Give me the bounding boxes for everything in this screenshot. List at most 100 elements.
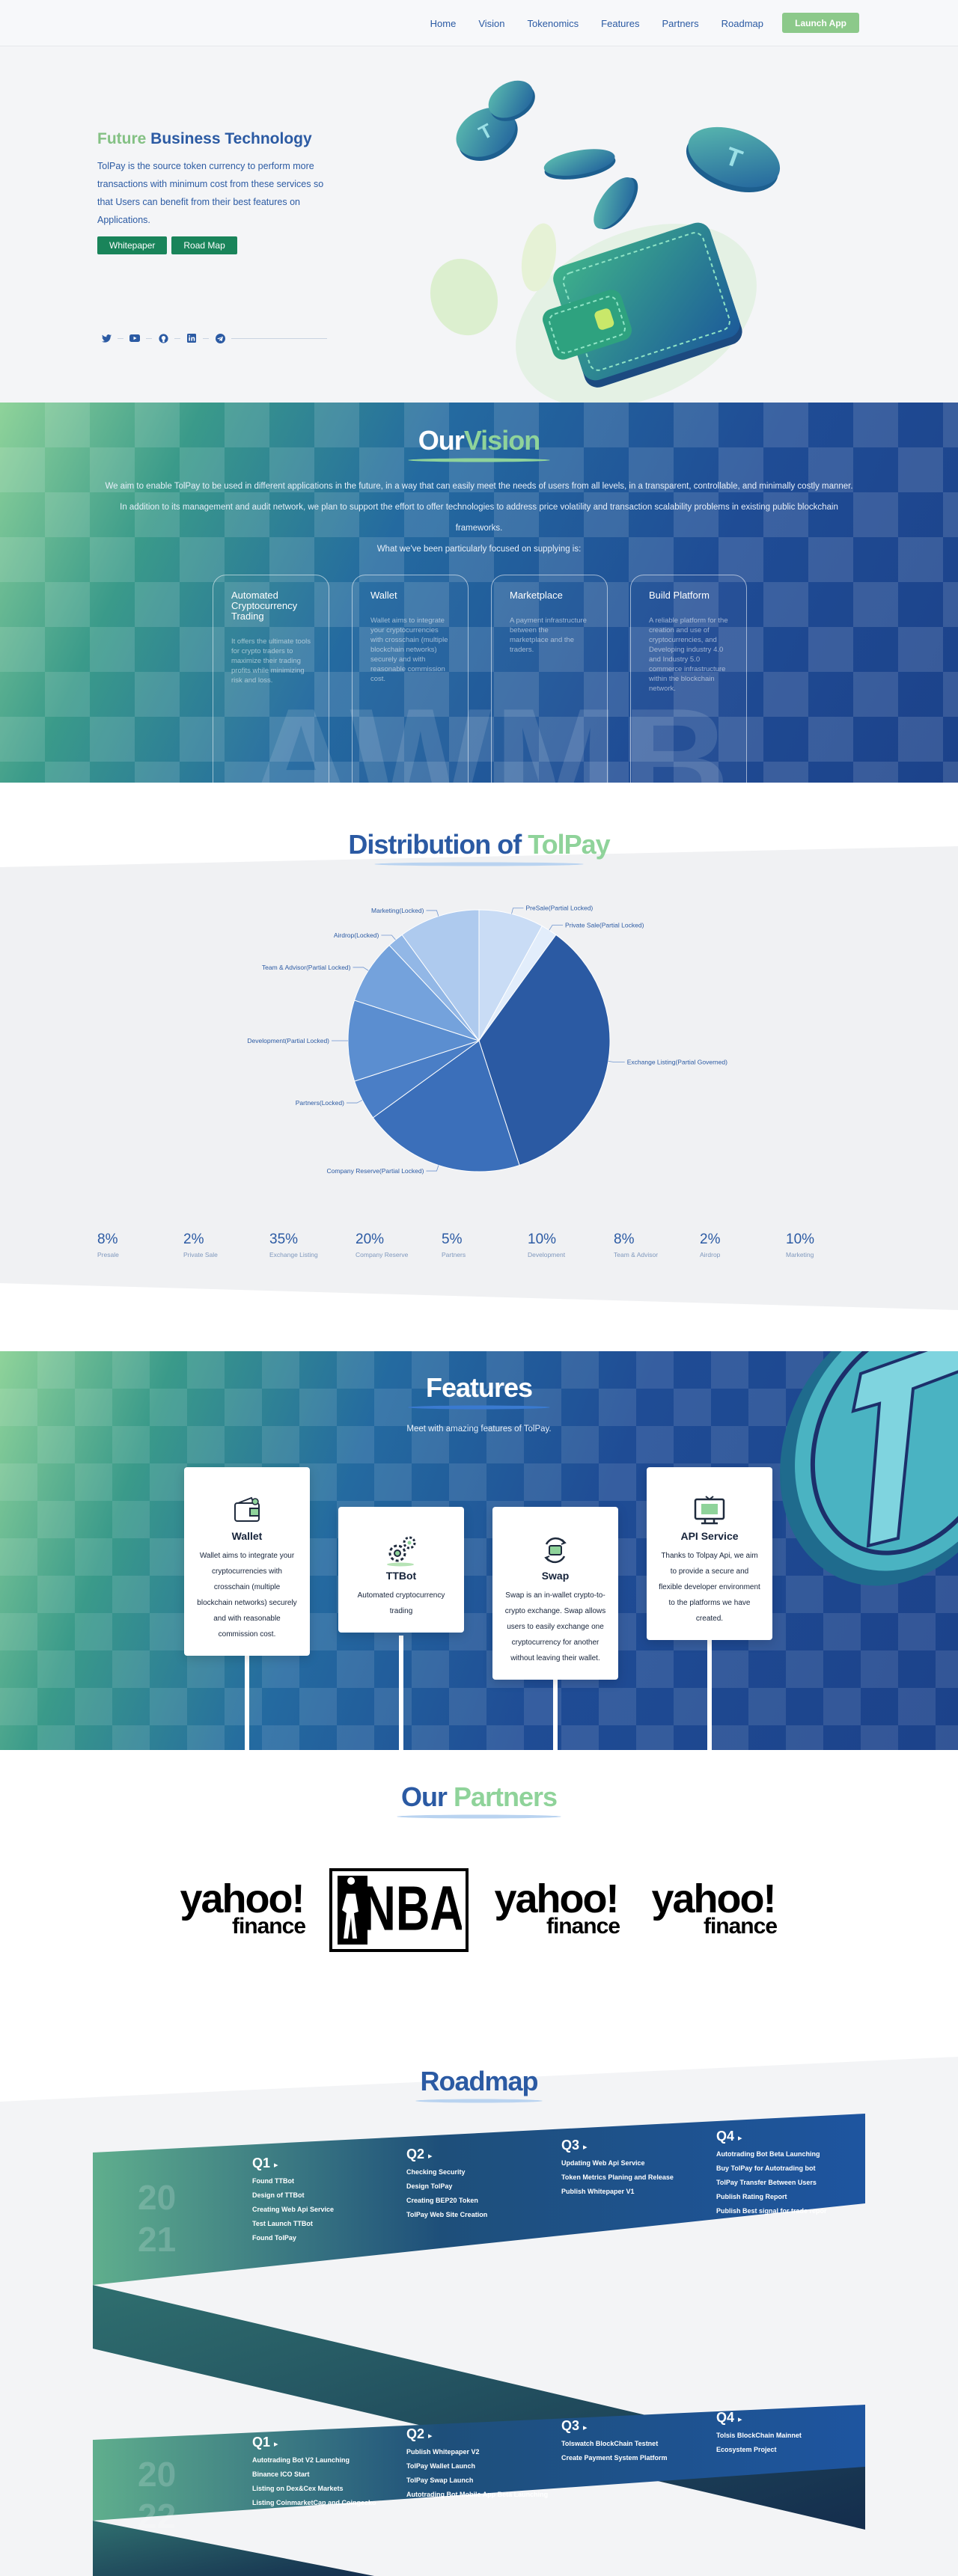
hero-text: Future Business Technology TolPay is the… [97, 130, 337, 254]
feature-card-title: Swap [541, 1570, 570, 1582]
yahoo-wordmark: yahoo! [494, 1876, 619, 1921]
distribution-pie-chart: PreSale(Partial Locked) Private Sale(Part… [247, 905, 727, 1175]
roadmap-quarter: Q3 ▸ Tolswatch BlockChain Testnet Create… [561, 2418, 668, 2465]
wallet-icon [196, 1494, 298, 1527]
pie-leader-line [353, 967, 369, 971]
vision-title-b: Vision [463, 425, 540, 456]
chevron-right-icon: ▸ [583, 2423, 588, 2432]
card-stem [399, 1636, 403, 1750]
feature-card-api: API Service Thanks to Tolpay Api, we aim… [647, 1467, 772, 1640]
launch-app-button[interactable]: Launch App [782, 13, 859, 33]
nav-roadmap[interactable]: Roadmap [721, 18, 763, 29]
nba-wordmark: NBA [361, 1874, 462, 1944]
nav-vision[interactable]: Vision [478, 18, 504, 29]
twitter-icon[interactable] [101, 333, 112, 343]
milestone: Test Launch TTBot [252, 2220, 313, 2227]
milestone: TolPay Web Site Creation [406, 2211, 488, 2218]
stat-percent: 10% [528, 1232, 557, 1247]
yahoo-finance-logo[interactable]: yahoo! finance [644, 1879, 783, 1938]
title-underline [397, 1814, 561, 1819]
stat-item: 8% Presale [97, 1232, 183, 1258]
distribution-section: Distribution of TolPay PreSale(Partial L… [0, 783, 958, 1351]
vision-title-a: Our [418, 425, 465, 456]
nav-tokenomics[interactable]: Tokenomics [528, 18, 579, 29]
nav-links: Home Vision Tokenomics Features Partners… [430, 0, 763, 46]
features-title-text: Features [425, 1372, 533, 1403]
stat-percent: 8% [614, 1232, 635, 1247]
vision-card: Marketplace A payment infrastructure bet… [491, 575, 608, 783]
stat-label: Exchange Listing [269, 1251, 318, 1258]
whitepaper-button[interactable]: Whitepaper [97, 236, 168, 254]
quarter-items: Tolsis BlockChain Mainnet Ecosystem Proj… [716, 2429, 802, 2457]
quarter-name: Q2 [406, 2147, 425, 2162]
milestone: Listing CoinmarketCap and Coingecko [252, 2499, 376, 2506]
social-links [101, 333, 327, 343]
quarter-label: Q4 ▸ [716, 2410, 802, 2426]
nav-features[interactable]: Features [601, 18, 639, 29]
top-navbar: Home Vision Tokenomics Features Partners… [0, 0, 958, 46]
milestone: Autotrading Bot V2 Launching [252, 2456, 350, 2464]
vision-intro: We aim to enable TolPay to be used in di… [105, 482, 853, 533]
partners-section: Our Partners yahoo! finance NBA yahoo! f… [0, 1750, 958, 2057]
milestone: Listing on Dex&Cex Markets [252, 2485, 344, 2492]
linkedin-icon[interactable] [186, 333, 197, 343]
roadmap-quarter: Q1 ▸ Autotrading Bot V2 Launching Binanc… [252, 2435, 376, 2510]
feature-card-text: Swap is an in-wallet crypto-to-crypto ex… [504, 1591, 606, 1662]
chevron-right-icon: ▸ [274, 2440, 278, 2449]
pie-leader-line [608, 1060, 625, 1063]
partners-title-b: Partners [453, 1781, 558, 1812]
divider [231, 337, 327, 339]
milestone: Creating BEP20 Token [406, 2197, 478, 2204]
hero-title: Future Business Technology [97, 130, 337, 148]
pie-slice-label: PreSale(Partial Locked) [526, 905, 594, 912]
quarter-label: Q2 ▸ [406, 2426, 548, 2442]
stat-item: 10% Development [528, 1232, 614, 1258]
quarter-items: Updating Web Api Service Token Metrics P… [561, 2156, 674, 2199]
nav-home[interactable]: Home [430, 18, 457, 29]
chevron-right-icon: ▸ [428, 2432, 433, 2441]
milestone: Autotrading Bot Mobile App Beta Launchin… [406, 2491, 549, 2498]
nav-partners[interactable]: Partners [662, 18, 698, 29]
pie-leader-line [381, 934, 396, 940]
hero-buttons: Whitepaper Road Map [97, 236, 337, 254]
roadmap-quarter: Q1 ▸ Found TTBot Design of TTBot Creatin… [252, 2156, 334, 2245]
vision-card-text: A payment infrastructure between the mar… [510, 617, 587, 654]
stat-item: 20% Company Reserve [356, 1232, 442, 1258]
milestone: Publish Whitepaper V2 [406, 2448, 480, 2456]
stat-percent: 20% [356, 1232, 385, 1247]
roadmap-year-2022: 20 22 [138, 2453, 176, 2537]
milestone: Token Metrics Planing and Release [561, 2173, 674, 2181]
feature-card-ttbot: TTBot Automated cryptocurrency trading [338, 1507, 464, 1633]
quarter-items: Tolswatch BlockChain Testnet Create Paym… [561, 2437, 668, 2465]
feature-card-text: Automated cryptocurrency trading [357, 1591, 445, 1615]
vision-card: Build Platform A reliable platform for t… [630, 575, 747, 783]
stat-label: Marketing [786, 1251, 814, 1258]
yahoo-finance-logo[interactable]: yahoo! finance [486, 1876, 626, 1938]
yahoo-finance-logo[interactable]: yahoo! finance [172, 1879, 311, 1938]
partner-logos: yahoo! finance NBA yahoo! finance yahoo!… [172, 1868, 783, 1952]
github-icon[interactable] [158, 333, 168, 343]
quarter-label: Q1 ▸ [252, 2156, 334, 2171]
quarter-items: Found TTBot Design of TTBot Creating Web… [252, 2174, 334, 2245]
year-part: 21 [138, 2220, 177, 2259]
nba-logo[interactable]: NBA [329, 1868, 469, 1952]
quarter-label: Q4 ▸ [716, 2129, 827, 2144]
vision-card-text: It offers the ultimate tools for crypto … [231, 637, 311, 685]
roadmap-button[interactable]: Road Map [171, 236, 237, 254]
quarter-name: Q3 [561, 2138, 580, 2153]
gears-icon [350, 1534, 452, 1567]
partners-title: Our Partners [0, 1750, 958, 1819]
title-underline [408, 458, 550, 462]
quarter-name: Q3 [561, 2418, 580, 2433]
stat-item: 35% Exchange Listing [269, 1232, 356, 1258]
milestone: Binance ICO Start [252, 2471, 310, 2478]
chevron-right-icon: ▸ [738, 2134, 742, 2143]
quarter-items: Autotrading Bot Beta Launching Buy TolPa… [716, 2147, 827, 2218]
chevron-right-icon: ▸ [428, 2152, 433, 2161]
stat-percent: 10% [786, 1232, 815, 1247]
roadmap-quarter: Q3 ▸ Updating Web Api Service Token Metr… [561, 2138, 674, 2199]
milestone: Publish Best signal for trade repor [716, 2207, 827, 2215]
youtube-icon[interactable] [129, 333, 140, 343]
stat-item: 8% Team & Advisor [614, 1232, 700, 1258]
telegram-icon[interactable] [215, 333, 225, 343]
